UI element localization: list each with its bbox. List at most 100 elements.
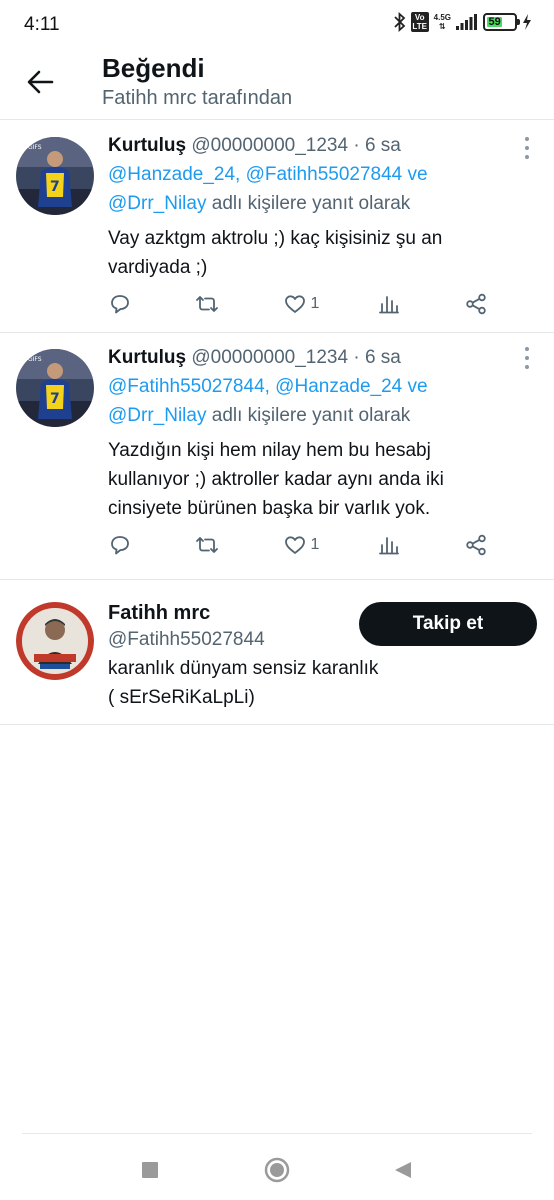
reply-icon — [111, 536, 129, 555]
player-avatar-image: 7 GIFS — [16, 349, 94, 427]
charging-icon — [522, 14, 532, 30]
separator-dot: · — [353, 135, 360, 156]
analytics-icon — [378, 296, 399, 314]
svg-text:GIFS: GIFS — [28, 144, 42, 151]
views-button[interactable] — [377, 292, 407, 316]
reply-suffix: adlı kişilere yanıt olarak — [211, 405, 411, 426]
tweet-actions: 1 — [108, 289, 494, 319]
tweet-body: Kurtuluş @00000000_1234 · 6 sa @Hanzade_… — [108, 132, 530, 282]
like-button[interactable]: 1 — [283, 533, 320, 557]
retweet-button[interactable] — [195, 533, 225, 557]
author-name[interactable]: Kurtuluş — [108, 135, 186, 156]
more-options-icon[interactable] — [522, 137, 532, 159]
like-count: 1 — [310, 536, 320, 553]
tweet-time[interactable]: 6 sa — [365, 347, 401, 368]
tweet[interactable]: 7 GIFS Kurtuluş @00000000_1234 · 6 sa @F… — [0, 333, 554, 580]
user-bio-line: ( sErSeRiKaLpLi) — [108, 687, 255, 708]
analytics-icon — [378, 537, 399, 555]
tweet[interactable]: 7 GIFS Kurtuluş @00000000_1234 · 6 sa @H… — [0, 121, 554, 333]
separator-dot: · — [353, 347, 360, 368]
player-avatar-image: 7 GIFS — [16, 137, 94, 215]
battery-indicator: 59 — [483, 13, 520, 31]
like-count: 1 — [310, 295, 320, 312]
more-options-icon[interactable] — [522, 347, 532, 369]
page-subtitle: Fatihh mrc tarafından — [102, 87, 293, 109]
user-bio: karanlık dünyam sensiz karanlık ( sErSeR… — [108, 654, 378, 712]
volte-top-label: Vo — [414, 13, 425, 22]
battery-fill: 59 — [487, 16, 503, 28]
triangle-back-icon — [395, 1162, 411, 1178]
tweet-time[interactable]: 6 sa — [365, 135, 401, 156]
bluetooth-icon — [394, 12, 406, 32]
user-handle[interactable]: @Fatihh55027844 — [108, 629, 265, 651]
network-type: 4.5G ⇅ — [434, 13, 451, 31]
user-name[interactable]: Fatihh mrc — [108, 602, 210, 625]
svg-text:GIFS: GIFS — [28, 356, 42, 363]
user-card[interactable]: Fatihh mrc @Fatihh55027844 karanlık düny… — [0, 580, 554, 725]
user-avatar-image — [16, 602, 94, 680]
avatar[interactable]: 7 GIFS — [16, 349, 94, 427]
reply-context: @Hanzade_24, @Fatihh55027844 ve — [108, 160, 530, 189]
tweet-text: Vay azktgm aktrolu ;) kaç kişisiniz şu a… — [108, 224, 530, 282]
user-bio-line: karanlık dünyam sensiz karanlık — [108, 658, 379, 679]
circle-icon — [264, 1157, 290, 1183]
tweet-body: Kurtuluş @00000000_1234 · 6 sa @Fatihh55… — [108, 344, 530, 523]
tweet-text-line: vardiyada ;) — [108, 257, 208, 278]
author-handle[interactable]: @00000000_1234 — [191, 347, 348, 368]
network-type-label: 4.5G — [433, 13, 451, 22]
heart-icon — [284, 295, 305, 313]
reply-context-line2: @Drr_Nilay adlı kişilere yanıt olarak — [108, 189, 530, 218]
back-nav-button[interactable] — [385, 1152, 421, 1188]
tweet-text-line: kullanıyor ;) aktroller kadar aynı anda … — [108, 469, 444, 490]
share-button[interactable] — [464, 292, 494, 316]
battery-level: 59 — [488, 16, 501, 28]
author-handle[interactable]: @00000000_1234 — [191, 135, 348, 156]
square-icon — [142, 1162, 158, 1178]
reply-mentions[interactable]: @Hanzade_24, @Fatihh55027844 ve — [108, 164, 428, 185]
reply-button[interactable] — [108, 292, 138, 316]
status-icons: Vo LTE 4.5G ⇅ 59 — [394, 12, 532, 32]
reply-mention-last[interactable]: @Drr_Nilay — [108, 405, 206, 426]
home-button[interactable] — [259, 1152, 295, 1188]
svg-text:7: 7 — [50, 391, 60, 407]
reply-context: @Fatihh55027844, @Hanzade_24 ve — [108, 372, 530, 401]
tweet-text-line: cinsiyete bürünen başka bir varlık yok. — [108, 498, 431, 519]
heart-icon — [284, 536, 305, 554]
reply-suffix: adlı kişilere yanıt olarak — [211, 193, 411, 214]
reply-icon — [111, 295, 129, 314]
share-icon — [466, 293, 486, 315]
back-button[interactable] — [20, 62, 60, 102]
share-button[interactable] — [464, 533, 494, 557]
status-bar: 4:11 Vo LTE 4.5G ⇅ 59 — [0, 0, 554, 50]
retweet-icon — [196, 296, 219, 312]
tweet-header: Kurtuluş @00000000_1234 · 6 sa — [108, 132, 530, 160]
system-nav-bar — [0, 1134, 554, 1200]
avatar[interactable]: 7 GIFS — [16, 137, 94, 215]
reply-mentions[interactable]: @Fatihh55027844, @Hanzade_24 ve — [108, 376, 428, 397]
follow-button[interactable]: Takip et — [359, 602, 537, 646]
tweet-text-line: Yazdığın kişi hem nilay hem bu hesabj — [108, 440, 431, 461]
reply-mention-last[interactable]: @Drr_Nilay — [108, 193, 206, 214]
like-button[interactable]: 1 — [283, 292, 320, 316]
retweet-icon — [196, 537, 219, 553]
signal-icon — [456, 14, 478, 30]
data-arrows-icon: ⇅ — [438, 22, 446, 31]
volte-bottom-label: LTE — [412, 22, 427, 31]
share-icon — [466, 534, 486, 556]
views-button[interactable] — [377, 533, 407, 557]
tweet-actions: 1 — [108, 530, 494, 560]
avatar[interactable] — [16, 602, 94, 680]
retweet-button[interactable] — [195, 292, 225, 316]
reply-button[interactable] — [108, 533, 138, 557]
tweet-header: Kurtuluş @00000000_1234 · 6 sa — [108, 344, 530, 372]
recents-button[interactable] — [132, 1152, 168, 1188]
app-header: Beğendi Fatihh mrc tarafından — [0, 50, 554, 120]
tweet-text-line: Vay azktgm aktrolu ;) kaç kişisiniz şu a… — [108, 228, 443, 249]
arrow-left-icon — [27, 70, 54, 94]
reply-context-line2: @Drr_Nilay adlı kişilere yanıt olarak — [108, 401, 530, 430]
author-name[interactable]: Kurtuluş — [108, 347, 186, 368]
page-title: Beğendi — [102, 53, 205, 83]
status-time: 4:11 — [24, 14, 60, 35]
svg-text:7: 7 — [50, 179, 60, 195]
volte-badge: Vo LTE — [410, 12, 429, 32]
